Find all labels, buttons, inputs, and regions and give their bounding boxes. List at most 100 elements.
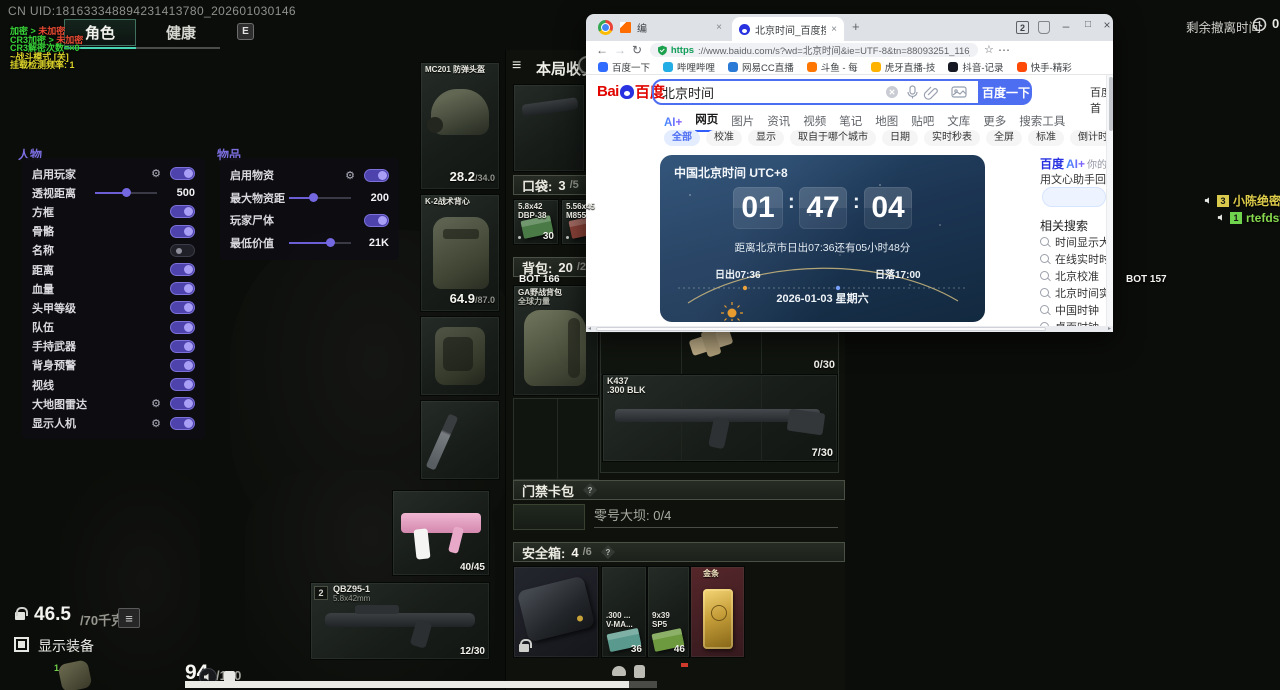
scroll-right-arrow[interactable]: ▸: [1108, 325, 1111, 332]
browser-logo-icon[interactable]: [598, 20, 613, 35]
esp-toggle[interactable]: [170, 359, 195, 372]
search-button[interactable]: 百度一下: [980, 79, 1032, 105]
reload-button[interactable]: ↻: [632, 43, 642, 57]
tab-close-icon[interactable]: ×: [831, 24, 837, 35]
loot-list-icon[interactable]: ≡: [512, 57, 521, 75]
item-knife[interactable]: [420, 400, 500, 480]
bookmark-item[interactable]: 网易CC直播: [728, 60, 794, 74]
item-ammo-300[interactable]: .300 ...V-MA... 36: [601, 566, 647, 658]
filter-chip[interactable]: 日期: [882, 130, 918, 146]
scroll-left-arrow[interactable]: ◂: [588, 325, 591, 332]
bookmark-item[interactable]: 哔哩哔哩: [663, 60, 715, 74]
related-search-item[interactable]: 在线实时时钟: [1040, 250, 1113, 267]
new-tab-button[interactable]: +: [852, 19, 860, 34]
show-equipment-checkbox[interactable]: [14, 637, 29, 652]
result-nav-active[interactable]: 网页: [695, 111, 718, 132]
esp-toggle[interactable]: [170, 225, 195, 238]
filter-chip[interactable]: 显示: [748, 130, 784, 146]
esp-slider[interactable]: [95, 192, 157, 194]
keycard-slot[interactable]: [513, 504, 585, 530]
gear-icon[interactable]: ⚙: [151, 397, 161, 410]
browser-tab-active[interactable]: 北京时间_百度搜索 ×: [732, 17, 844, 41]
item-qbz95[interactable]: 2 QBZ95-1 5.8x42mm 12/30: [310, 582, 490, 660]
close-button[interactable]: ×: [1100, 18, 1114, 32]
search-icon: [1040, 288, 1049, 297]
gear-icon[interactable]: ⚙: [151, 417, 161, 430]
related-search-item[interactable]: 北京校准: [1040, 267, 1113, 284]
filter-chip[interactable]: 实时秒表: [924, 130, 980, 146]
bookmark-star-icon[interactable]: ☆: [984, 43, 994, 56]
maximize-button[interactable]: □: [1080, 19, 1096, 30]
dam-keycard-count: 零号大坝: 0/4: [594, 505, 671, 524]
related-search-item[interactable]: 中国时钟: [1040, 301, 1113, 318]
more-options-icon[interactable]: ⋯: [998, 43, 1010, 57]
esp-toggle[interactable]: [364, 214, 389, 227]
esp-toggle[interactable]: [364, 169, 389, 182]
filter-chip[interactable]: 取自于哪个城市: [790, 130, 876, 146]
search-input[interactable]: 北京时间: [652, 79, 980, 105]
gear-icon[interactable]: ⚙: [345, 169, 355, 182]
tab-close-icon[interactable]: ×: [716, 22, 722, 33]
help-icon[interactable]: ?: [583, 483, 597, 497]
item-k437[interactable]: K437.300 BLK 7/30: [602, 374, 838, 462]
esp-slider[interactable]: [289, 242, 351, 244]
item-safebox[interactable]: [513, 566, 599, 658]
item-ammo-58x42[interactable]: 5.8x42DBP-38 30: [513, 199, 559, 245]
esp-toggle[interactable]: [170, 167, 195, 180]
item-gold-bar[interactable]: 金条: [690, 566, 745, 658]
esp-toggle[interactable]: [170, 244, 195, 257]
minimize-button[interactable]: –: [1058, 19, 1074, 33]
item-vest[interactable]: K-2战术背心 64.9/87.0: [420, 194, 500, 312]
esp-toggle[interactable]: [170, 417, 195, 430]
tab-health[interactable]: 健康: [148, 19, 214, 46]
esp-toggle[interactable]: [170, 263, 195, 276]
esp-toggle[interactable]: [170, 282, 195, 295]
esp-slider[interactable]: [289, 197, 351, 199]
esp-row-label: 最低价值: [230, 235, 285, 251]
item-chest-rig[interactable]: [420, 316, 500, 396]
filter-chip[interactable]: 校准: [706, 130, 742, 146]
item-helmet[interactable]: MC201 防弹头盔 28.2/34.0: [420, 62, 500, 190]
esp-toggle[interactable]: [170, 321, 195, 334]
bookmark-item[interactable]: 抖音-记录: [948, 60, 1003, 74]
bookmark-item[interactable]: 斗鱼 - 每: [807, 60, 858, 74]
forward-button[interactable]: →: [614, 43, 626, 57]
equipment-list-button[interactable]: ≡: [118, 608, 140, 628]
extension-badge[interactable]: 2: [1016, 21, 1029, 34]
filter-chip[interactable]: 全部: [664, 130, 700, 146]
filter-chip[interactable]: 标准: [1028, 130, 1064, 146]
bookmark-item[interactable]: 快手-精彩: [1017, 60, 1072, 74]
slider-knob[interactable]: [309, 193, 318, 202]
scrollbar-thumb[interactable]: [1109, 77, 1113, 131]
back-button[interactable]: ←: [596, 43, 608, 57]
bookmark-item[interactable]: 百度一下: [598, 60, 650, 74]
filter-chip[interactable]: 全屏: [986, 130, 1022, 146]
bookmark-item[interactable]: 虎牙直播-技: [871, 60, 936, 74]
esp-toggle[interactable]: [170, 205, 195, 218]
vertical-scrollbar[interactable]: [1106, 75, 1113, 326]
item-smg[interactable]: 40/45: [392, 490, 490, 576]
esp-toggle[interactable]: [170, 378, 195, 391]
url-field[interactable]: https ://www.baidu.com/s?wd=北京时间&ie=UTF-…: [650, 43, 978, 57]
gear-icon[interactable]: ⚙: [151, 167, 161, 180]
vest-image: [433, 217, 489, 289]
scrollbar-thumb[interactable]: [596, 327, 1046, 331]
help-icon[interactable]: ?: [601, 545, 615, 559]
related-search-item[interactable]: 北京时间实时显示: [1040, 284, 1113, 301]
extension-icon[interactable]: [1038, 21, 1050, 34]
esp-toggle[interactable]: [170, 397, 195, 410]
ai-input-pill[interactable]: [1042, 187, 1106, 207]
search-box-icons[interactable]: [884, 83, 970, 101]
esp-toggle[interactable]: [170, 301, 195, 314]
slider-knob[interactable]: [326, 238, 335, 247]
esp-toggle[interactable]: [170, 340, 195, 353]
slider-knob[interactable]: [122, 188, 131, 197]
related-search-item[interactable]: 时间显示大屏: [1040, 233, 1113, 250]
item-ammo-9x39[interactable]: 9x39SP5 46: [647, 566, 690, 658]
horizontal-scrollbar[interactable]: ◂ ▸: [586, 326, 1113, 332]
browser-tab-inactive[interactable]: 编 ×: [612, 14, 730, 41]
esp-slider-value: 21K: [361, 237, 389, 249]
related-search-item[interactable]: 桌面时钟: [1040, 318, 1113, 326]
loot-item[interactable]: [513, 84, 585, 172]
bookmark-favicon: [948, 62, 958, 72]
